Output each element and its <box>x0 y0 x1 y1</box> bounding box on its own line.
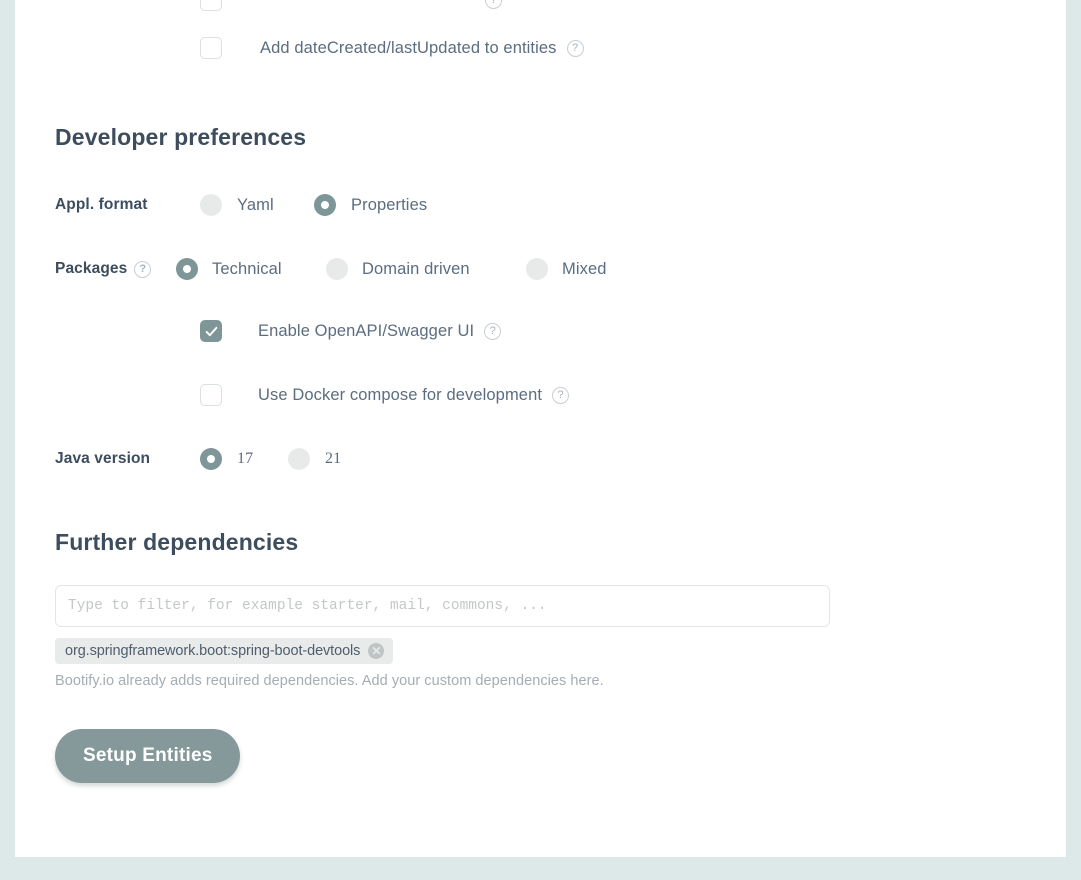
radio-properties[interactable] <box>314 194 336 216</box>
packages-row: Packages ? Technical Domain driven Mixed <box>55 251 1026 287</box>
appl-format-row: Appl. format Yaml Properties <box>55 187 1026 223</box>
radio-label-technical: Technical <box>212 260 282 279</box>
remove-icon[interactable]: ✕ <box>368 643 384 659</box>
dependency-filter-wrap <box>55 585 1026 627</box>
dependency-chip[interactable]: org.springframework.boot:spring-boot-dev… <box>55 638 393 664</box>
docker-compose-label: Use Docker compose for development <box>258 386 542 405</box>
openapi-label: Enable OpenAPI/Swagger UI <box>258 322 474 341</box>
radio-domain-driven[interactable] <box>326 258 348 280</box>
further-dependencies-title: Further dependencies <box>55 529 1026 556</box>
date-created-label: Add dateCreated/lastUpdated to entities <box>260 39 557 58</box>
radio-option-domain-driven[interactable]: Domain driven <box>326 258 526 280</box>
docker-compose-checkbox[interactable] <box>200 384 222 406</box>
radio-option-yaml[interactable]: Yaml <box>200 194 314 216</box>
radio-label-properties: Properties <box>351 196 427 215</box>
help-icon-openapi[interactable]: ? <box>484 323 501 340</box>
clipped-option-row: ? <box>55 0 1026 12</box>
help-icon-docker-compose[interactable]: ? <box>552 387 569 404</box>
radio-option-mixed[interactable]: Mixed <box>526 258 607 280</box>
settings-card: ? Add dateCreated/lastUpdated to entitie… <box>15 0 1066 857</box>
date-created-row: Add dateCreated/lastUpdated to entities … <box>55 30 1026 66</box>
clipped-checkbox[interactable] <box>200 0 222 11</box>
help-icon-date-created[interactable]: ? <box>567 40 584 57</box>
packages-label: Packages <box>55 260 127 278</box>
date-created-checkbox[interactable] <box>200 37 222 59</box>
dependency-filter-input[interactable] <box>55 585 830 627</box>
docker-compose-row: Use Docker compose for development ? <box>55 377 1026 413</box>
packages-options: Technical Domain driven Mixed <box>176 258 607 280</box>
radio-label-mixed: Mixed <box>562 260 607 279</box>
help-icon-clipped[interactable]: ? <box>485 0 502 9</box>
radio-option-java-21[interactable]: 21 <box>288 448 341 470</box>
radio-option-properties[interactable]: Properties <box>314 194 427 216</box>
java-version-label: Java version <box>55 450 200 468</box>
help-icon-packages[interactable]: ? <box>134 261 151 278</box>
java-version-options: 17 21 <box>200 448 341 470</box>
actions-row: Setup Entities <box>55 729 1026 783</box>
radio-technical[interactable] <box>176 258 198 280</box>
radio-mixed[interactable] <box>526 258 548 280</box>
radio-label-domain-driven: Domain driven <box>362 260 470 279</box>
java-version-row: Java version 17 21 <box>55 441 1026 477</box>
radio-option-java-17[interactable]: 17 <box>200 448 288 470</box>
openapi-checkbox[interactable] <box>200 320 222 342</box>
developer-preferences-title: Developer preferences <box>55 124 1026 151</box>
radio-java-21[interactable] <box>288 448 310 470</box>
radio-label-java-17: 17 <box>237 450 253 468</box>
radio-yaml[interactable] <box>200 194 222 216</box>
dependency-hint: Bootify.io already adds required depende… <box>55 673 1026 689</box>
radio-label-java-21: 21 <box>325 450 341 468</box>
dependency-chip-list: org.springframework.boot:spring-boot-dev… <box>55 638 1026 664</box>
openapi-row: Enable OpenAPI/Swagger UI ? <box>55 313 1026 349</box>
appl-format-label: Appl. format <box>55 196 200 214</box>
appl-format-options: Yaml Properties <box>200 194 427 216</box>
setup-entities-button[interactable]: Setup Entities <box>55 729 240 783</box>
radio-java-17[interactable] <box>200 448 222 470</box>
radio-label-yaml: Yaml <box>237 196 274 215</box>
radio-option-technical[interactable]: Technical <box>176 258 326 280</box>
card-content: ? Add dateCreated/lastUpdated to entitie… <box>15 0 1066 783</box>
check-icon <box>205 325 218 338</box>
dependency-chip-label: org.springframework.boot:spring-boot-dev… <box>65 643 360 659</box>
